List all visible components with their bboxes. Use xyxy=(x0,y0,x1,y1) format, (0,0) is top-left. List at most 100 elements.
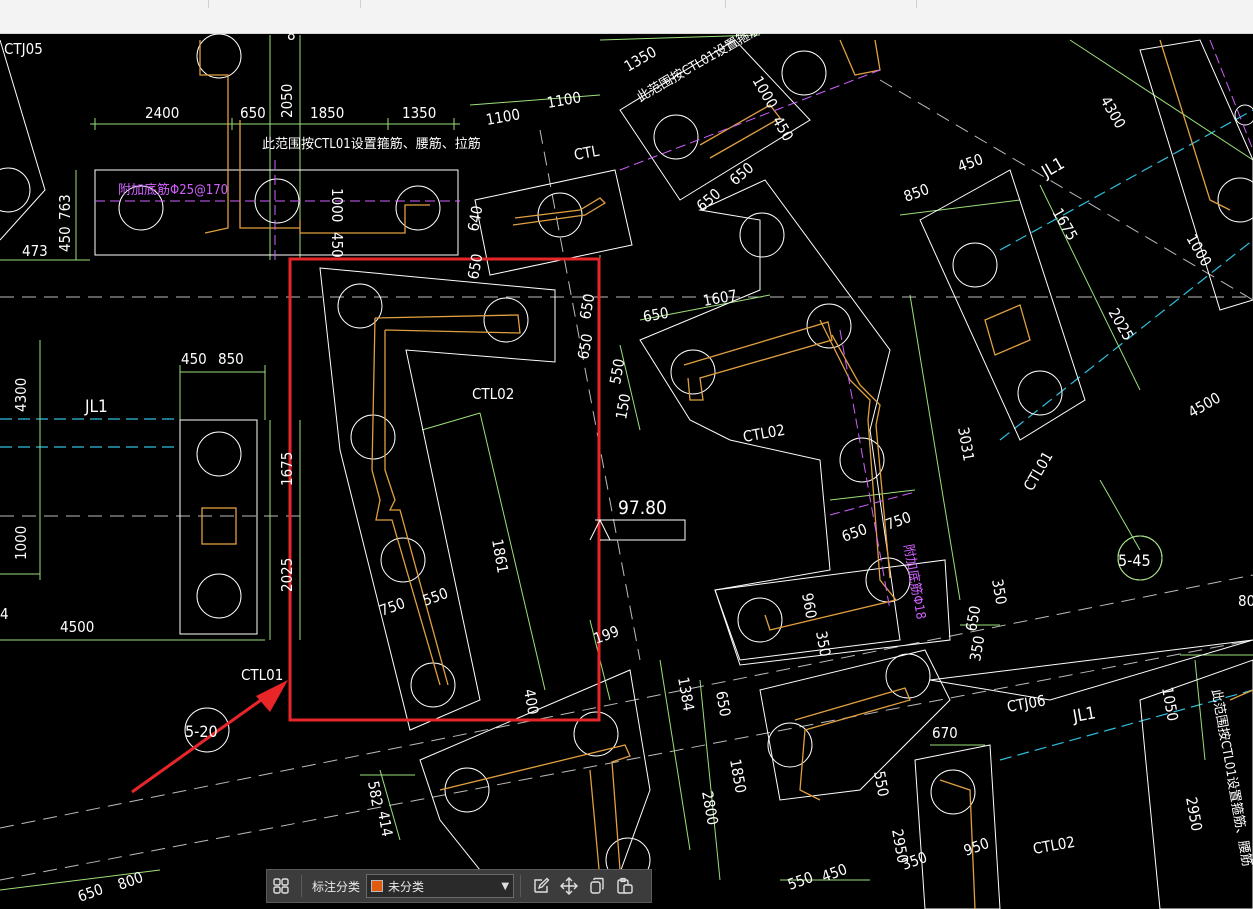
ctj06-label: CTJ06 xyxy=(1006,691,1047,715)
dim-1000-mid: 1000 xyxy=(328,188,346,222)
dim-850-right: 850 xyxy=(901,180,931,206)
dim-450-850a: 450 xyxy=(181,350,207,368)
copy-icon[interactable] xyxy=(583,872,611,900)
dim-550-bottom: 550 xyxy=(785,868,815,894)
dim-1850: 1850 xyxy=(310,104,344,122)
dim-1607: 1607 xyxy=(702,286,739,310)
piles xyxy=(0,33,1253,883)
dim-450-left: 450 xyxy=(56,226,74,252)
category-select[interactable]: 未分类 ▼ xyxy=(366,874,515,898)
jl1-right: JL1 xyxy=(1038,154,1069,183)
dim-650-bottom-left: 650 xyxy=(75,880,105,906)
dim-350-b: 350 xyxy=(812,630,834,658)
dim-414: 414 xyxy=(374,810,396,838)
ctl01-left: CTL01 xyxy=(241,666,283,684)
dim-450-angled: 450 xyxy=(769,113,797,144)
dim-960: 960 xyxy=(798,592,820,620)
dim-4-left: 4 xyxy=(0,605,9,623)
paste-icon[interactable] xyxy=(611,872,639,900)
dim-1675-right: 1675 xyxy=(1049,205,1082,244)
dim-1000-right: 1000 xyxy=(1183,231,1216,270)
dim-650-c: 650 xyxy=(712,690,734,718)
ctl02-label-a: CTL02 xyxy=(472,385,514,403)
chevron-down-icon: ▼ xyxy=(501,880,510,892)
axis-5-20: 5-20 xyxy=(185,722,218,741)
dim-199: 199 xyxy=(591,622,621,648)
category-color-swatch xyxy=(371,880,384,892)
dim-4500-right: 4500 xyxy=(1185,389,1224,422)
dim-650-box2: 650 xyxy=(574,332,596,360)
ctl-top: CTL xyxy=(573,142,601,164)
dim-750-a: 750 xyxy=(377,594,407,620)
dim-4500-left: 4500 xyxy=(60,618,94,636)
dim-950: 950 xyxy=(961,834,991,860)
dim-1861: 1861 xyxy=(488,538,512,575)
dim-650-v: 650 xyxy=(464,252,486,280)
dim-1000-left: 1000 xyxy=(12,526,30,560)
dim-350-a: 350 xyxy=(988,578,1010,606)
axis-5-45: 5-45 xyxy=(1118,551,1151,570)
dim-3031: 3031 xyxy=(954,426,978,463)
elevation-97-80: 97.80 xyxy=(618,497,667,519)
category-selected-value: 未分类 xyxy=(388,879,425,894)
dim-2800: 2800 xyxy=(698,790,722,827)
grid-lines xyxy=(0,79,1253,881)
grid-icon[interactable] xyxy=(267,872,295,900)
dim-763: 763 xyxy=(56,194,74,220)
dim-450-bottom: 450 xyxy=(819,860,849,886)
toolbar-separator xyxy=(520,875,522,897)
dim-650-r2: 650 xyxy=(839,520,869,546)
cad-drawing-canvas[interactable]: .dim { stroke: #9be07a; stroke-width: 1;… xyxy=(0,33,1253,909)
ctl02-label-c: CTL02 xyxy=(1032,833,1077,858)
ctj05-label: CTJ05 xyxy=(4,40,43,58)
app-top-bar xyxy=(0,0,1253,34)
dim-1100a: 1100 xyxy=(485,105,522,129)
dim-1850-c: 1850 xyxy=(726,758,750,795)
dim-473: 473 xyxy=(22,242,48,260)
toolbar-separator xyxy=(301,875,302,897)
jl1-bottom: JL1 xyxy=(1070,703,1097,727)
ctl02-label-b: CTL02 xyxy=(742,421,787,446)
dim-8-top: 8 xyxy=(287,33,296,44)
dim-650: 650 xyxy=(240,104,266,122)
category-label: 标注分类 xyxy=(312,879,361,894)
dim-80: 80 xyxy=(1238,592,1253,610)
dim-2950-b: 2950 xyxy=(1182,796,1206,833)
dimension-lines xyxy=(0,34,1253,891)
dim-550-v: 550 xyxy=(606,357,628,385)
elevation-marker xyxy=(589,518,686,541)
dim-650-left-box: 650 xyxy=(642,304,670,326)
dim-150-v: 150 xyxy=(612,392,634,420)
magenta-lines xyxy=(95,39,1253,611)
dim-550-a: 550 xyxy=(420,584,450,610)
edit-icon[interactable] xyxy=(527,872,555,900)
dim-1350-angled: 1350 xyxy=(621,43,660,76)
move-icon[interactable] xyxy=(555,872,583,900)
dim-1000-angled: 1000 xyxy=(749,73,782,112)
dim-650-650b: 650 xyxy=(726,159,757,189)
dim-650-350b: 350 xyxy=(966,634,988,662)
ctl01-right: CTL01 xyxy=(1020,448,1057,494)
dim-670: 670 xyxy=(932,724,958,742)
note-vertical: 附加底筋Φ18 xyxy=(900,543,929,621)
dim-2025-left: 2025 xyxy=(278,558,296,592)
dim-450-mid: 450 xyxy=(328,232,346,258)
annotation-toolbar: 标注分类 未分类 ▼ xyxy=(266,869,652,903)
dim-640: 640 xyxy=(464,204,486,232)
dim-550-c: 550 xyxy=(870,770,892,798)
dim-650-350a: 650 xyxy=(962,604,984,632)
dim-582: 582 xyxy=(364,780,386,808)
jl1-left: JL1 xyxy=(84,397,108,417)
dim-650-box1: 650 xyxy=(576,292,598,320)
dim-1384: 1384 xyxy=(674,676,698,713)
dim-2050: 2050 xyxy=(278,84,296,118)
dim-750-r2: 750 xyxy=(883,508,913,534)
note-right-vertical: 此范围按CTL01设置箍筋、腰筋 xyxy=(1208,688,1253,868)
dim-1350: 1350 xyxy=(402,104,436,122)
dim-450-850b: 850 xyxy=(218,350,244,368)
dim-2025-right: 2025 xyxy=(1105,305,1138,344)
dim-1100b: 1100 xyxy=(546,88,583,112)
dim-1675-left: 1675 xyxy=(278,452,296,486)
dim-400-a: 400 xyxy=(520,688,542,716)
dim-1050: 1050 xyxy=(1158,686,1182,723)
